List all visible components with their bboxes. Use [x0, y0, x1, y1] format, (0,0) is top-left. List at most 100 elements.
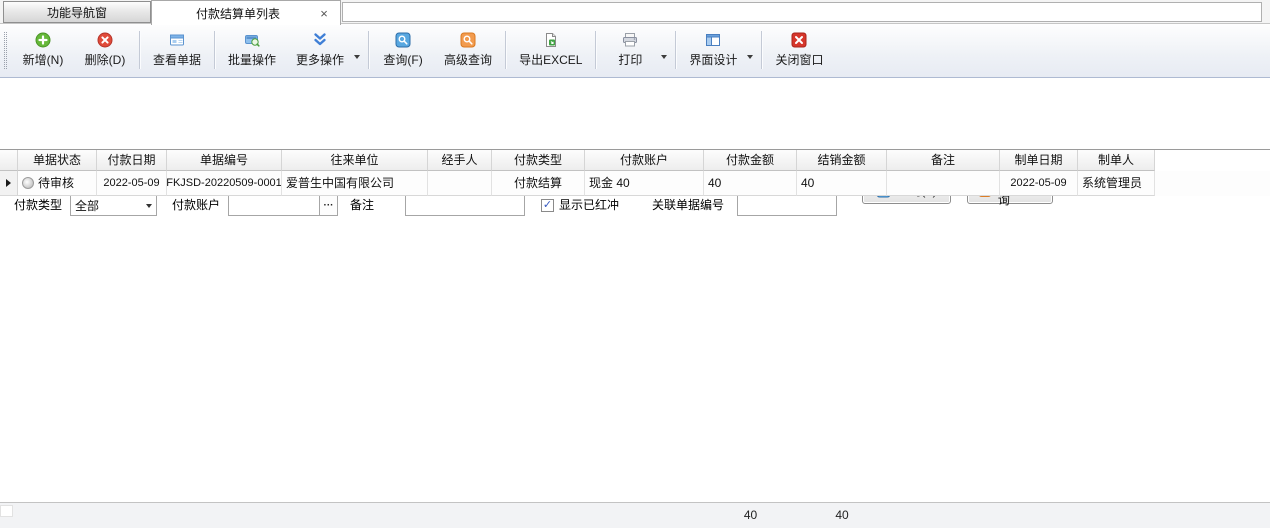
remark-field-wrap [405, 195, 525, 216]
dropdown-caret-icon [747, 55, 753, 59]
tab-payment-settlement-list[interactable]: 付款结算单列表 × [151, 0, 341, 25]
column-header-partner[interactable]: 往来单位 [282, 150, 428, 171]
chevron-down-icon [146, 204, 152, 208]
show-reversed-checkbox[interactable] [541, 199, 554, 212]
double-chevron-down-icon [312, 32, 328, 48]
batch-operations-label: 批量操作 [228, 51, 276, 68]
column-header-remark[interactable]: 备注 [887, 150, 1000, 171]
excel-export-icon [543, 32, 559, 48]
summary-corner-cell [0, 505, 13, 517]
related-doc-field-wrap [737, 195, 837, 216]
tab-bar: 功能导航窗 付款结算单列表 × [0, 0, 1270, 24]
tab-label: 付款结算单列表 [160, 5, 316, 22]
cell-partner: 爱普生中国有限公司 [282, 171, 428, 196]
cell-agent [428, 171, 492, 196]
account-field-wrap: ··· [228, 195, 338, 216]
column-header-status[interactable]: 单据状态 [18, 150, 97, 171]
advanced-search-label: 高级查询 [444, 51, 492, 68]
account-input[interactable] [229, 196, 319, 215]
printer-icon [622, 32, 638, 48]
add-button[interactable]: 新增(N) [12, 26, 74, 74]
export-excel-label: 导出EXCEL [519, 51, 582, 68]
toolbar-separator [675, 31, 676, 69]
filter-panel: 付款日期 最近7天 2022/5/2 2022/5/9 往来单位 ··· 经手人… [0, 78, 1270, 149]
table-row[interactable]: 待审核 2022-05-09FKJSD-20220509-0001爱普生中国有限公… [0, 171, 1270, 196]
summary-settle-amount: 40 [797, 503, 887, 528]
cell-remark [887, 171, 1000, 196]
column-header-pay_type[interactable]: 付款类型 [492, 150, 585, 171]
more-operations-button[interactable]: 更多操作 [286, 26, 354, 74]
account-lookup-button[interactable]: ··· [319, 196, 337, 215]
cell-pay_date: 2022-05-09 [97, 171, 167, 196]
column-header-agent[interactable]: 经手人 [428, 150, 492, 171]
cell-creator: 系统管理员 [1078, 171, 1155, 196]
search-icon [395, 32, 411, 48]
remark-input[interactable] [406, 196, 524, 215]
print-label: 打印 [618, 51, 642, 68]
account-label: 付款账户 [172, 195, 220, 216]
batch-operations-icon [244, 32, 260, 48]
row-indicator-cell [0, 171, 18, 196]
pay-type-select[interactable]: 全部 [70, 195, 157, 216]
related-doc-input[interactable] [738, 196, 836, 215]
column-header-creator[interactable]: 制单人 [1078, 150, 1155, 171]
ui-design-label: 界面设计 [689, 51, 737, 68]
show-reversed-label: 显示已红冲 [559, 195, 619, 216]
payment-settlement-list-window: 功能导航窗 付款结算单列表 × 新增(N) 删除(D) 查看单据 [0, 0, 1270, 528]
tab-close-icon[interactable]: × [316, 5, 332, 21]
document-grid: 单据状态付款日期单据编号往来单位经手人付款类型付款账户付款金额结销金额备注制单日… [0, 149, 1270, 196]
advanced-search-button[interactable]: 高级查询 [434, 26, 502, 74]
column-header-doc_no[interactable]: 单据编号 [167, 150, 282, 171]
toolbar-grip-handle[interactable] [4, 32, 7, 69]
search-label: 查询(F) [383, 51, 422, 68]
column-header-settle_amount[interactable]: 结销金额 [797, 150, 887, 171]
toolbar-separator [139, 31, 140, 69]
column-header-account[interactable]: 付款账户 [585, 150, 704, 171]
print-button[interactable]: 打印 [599, 26, 661, 74]
summary-bar: 40 40 [0, 502, 1270, 528]
toolbar-separator [505, 31, 506, 69]
delete-button[interactable]: 删除(D) [74, 26, 136, 74]
toolbar-separator [761, 31, 762, 69]
grid-body: 待审核 2022-05-09FKJSD-20220509-0001爱普生中国有限公… [0, 171, 1270, 196]
dropdown-caret-icon [354, 55, 360, 59]
close-window-button[interactable]: 关闭窗口 [765, 26, 833, 74]
print-dropdown[interactable] [661, 26, 672, 74]
close-window-icon [791, 32, 807, 48]
column-header-create_date[interactable]: 制单日期 [1000, 150, 1078, 171]
tab-function-navigation[interactable]: 功能导航窗 [3, 1, 151, 23]
row-indicator-header [0, 150, 18, 171]
add-icon [35, 32, 51, 48]
delete-label: 删除(D) [85, 51, 126, 68]
column-header-pay_amount[interactable]: 付款金额 [704, 150, 797, 171]
ui-design-dropdown[interactable] [747, 26, 758, 74]
view-doc-button[interactable]: 查看单据 [143, 26, 211, 74]
cell-settle_amount: 40 [797, 171, 887, 196]
export-excel-button[interactable]: 导出EXCEL [509, 26, 592, 74]
remark-label: 备注 [350, 195, 374, 216]
cell-doc_no: FKJSD-20220509-0001 [167, 171, 282, 196]
batch-operations-button[interactable]: 批量操作 [218, 26, 286, 74]
delete-icon [97, 32, 113, 48]
dropdown-caret-icon [661, 55, 667, 59]
close-window-label: 关闭窗口 [775, 51, 823, 68]
pay-type-label: 付款类型 [14, 195, 62, 216]
current-row-arrow-icon [6, 179, 11, 187]
toolbar-separator [214, 31, 215, 69]
window-layout-icon [705, 32, 721, 48]
column-header-pay_date[interactable]: 付款日期 [97, 150, 167, 171]
ui-design-button[interactable]: 界面设计 [679, 26, 747, 74]
advanced-search-icon [460, 32, 476, 48]
related-doc-label: 关联单据编号 [652, 195, 724, 216]
search-button[interactable]: 查询(F) [372, 26, 434, 74]
summary-pay-amount: 40 [704, 503, 797, 528]
toolbar-separator [368, 31, 369, 69]
more-operations-dropdown[interactable] [354, 26, 365, 74]
cell-status: 待审核 [18, 171, 97, 196]
tab-label: 功能导航窗 [47, 4, 107, 21]
status-pending-icon [22, 177, 34, 189]
add-label: 新增(N) [23, 51, 64, 68]
view-doc-label: 查看单据 [153, 51, 201, 68]
toolbar-separator [595, 31, 596, 69]
status-badge: 待审核 [38, 171, 74, 195]
